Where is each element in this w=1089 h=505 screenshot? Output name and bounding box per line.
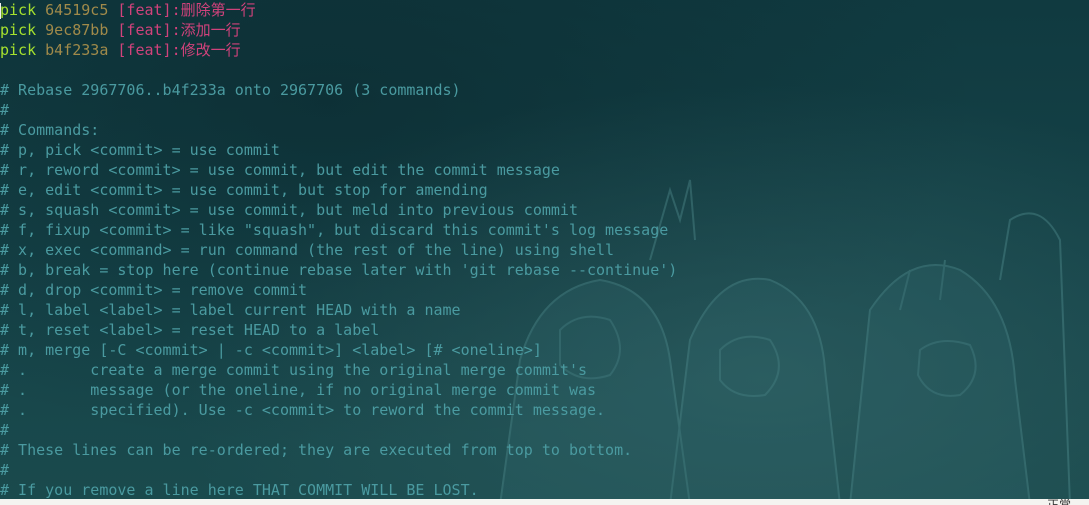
comment-line[interactable]: # r, reword <commit> = use commit, but e… bbox=[0, 160, 1089, 180]
pick-command: pick bbox=[0, 41, 37, 59]
comment-line[interactable]: # If you remove a line here THAT COMMIT … bbox=[0, 480, 1089, 500]
commit-message: :添加一行 bbox=[171, 21, 241, 39]
blank-line[interactable] bbox=[0, 60, 1089, 80]
editor-text-area[interactable]: pick 64519c5 [feat]:删除第一行 pick 9ec87bb [… bbox=[0, 0, 1089, 500]
comment-line[interactable]: # bbox=[0, 100, 1089, 120]
comment-line[interactable]: # These lines can be re-ordered; they ar… bbox=[0, 440, 1089, 460]
pick-command: pick bbox=[0, 1, 37, 19]
comment-line[interactable]: # t, reset <label> = reset HEAD to a lab… bbox=[0, 320, 1089, 340]
commit-type: [feat] bbox=[117, 21, 172, 39]
commit-type: [feat] bbox=[117, 1, 172, 19]
commit-message: :删除第一行 bbox=[171, 1, 256, 19]
comment-line[interactable]: # p, pick <commit> = use commit bbox=[0, 140, 1089, 160]
pick-command: pick bbox=[0, 21, 37, 39]
commit-hash: 64519c5 bbox=[45, 1, 109, 19]
comment-line[interactable]: # Rebase 2967706..b4f233a onto 2967706 (… bbox=[0, 80, 1089, 100]
commit-hash: 9ec87bb bbox=[45, 21, 109, 39]
pick-line-2[interactable]: pick 9ec87bb [feat]:添加一行 bbox=[0, 20, 1089, 40]
comment-line[interactable]: # f, fixup <commit> = like "squash", but… bbox=[0, 220, 1089, 240]
commit-hash: b4f233a bbox=[45, 41, 109, 59]
comment-line[interactable]: # . create a merge commit using the orig… bbox=[0, 360, 1089, 380]
commit-message: :修改一行 bbox=[171, 41, 241, 59]
status-mode: 正常 bbox=[1046, 498, 1071, 505]
comment-line[interactable]: # . message (or the oneline, if no origi… bbox=[0, 380, 1089, 400]
comment-line[interactable]: # m, merge [-C <commit> | -c <commit>] <… bbox=[0, 340, 1089, 360]
comment-line[interactable]: # Commands: bbox=[0, 120, 1089, 140]
status-bar: 正常 bbox=[0, 498, 1089, 505]
comment-line[interactable]: # . specified). Use -c <commit> to rewor… bbox=[0, 400, 1089, 420]
comment-line[interactable]: # bbox=[0, 460, 1089, 480]
comment-line[interactable]: # x, exec <command> = run command (the r… bbox=[0, 240, 1089, 260]
comment-line[interactable]: # e, edit <commit> = use commit, but sto… bbox=[0, 180, 1089, 200]
pick-line-1[interactable]: pick 64519c5 [feat]:删除第一行 bbox=[0, 0, 1089, 20]
comment-line[interactable]: # l, label <label> = label current HEAD … bbox=[0, 300, 1089, 320]
commit-type: [feat] bbox=[117, 41, 172, 59]
pick-line-3[interactable]: pick b4f233a [feat]:修改一行 bbox=[0, 40, 1089, 60]
comment-line[interactable]: # b, break = stop here (continue rebase … bbox=[0, 260, 1089, 280]
comment-line[interactable]: # s, squash <commit> = use commit, but m… bbox=[0, 200, 1089, 220]
comment-line[interactable]: # bbox=[0, 420, 1089, 440]
comment-line[interactable]: # d, drop <commit> = remove commit bbox=[0, 280, 1089, 300]
